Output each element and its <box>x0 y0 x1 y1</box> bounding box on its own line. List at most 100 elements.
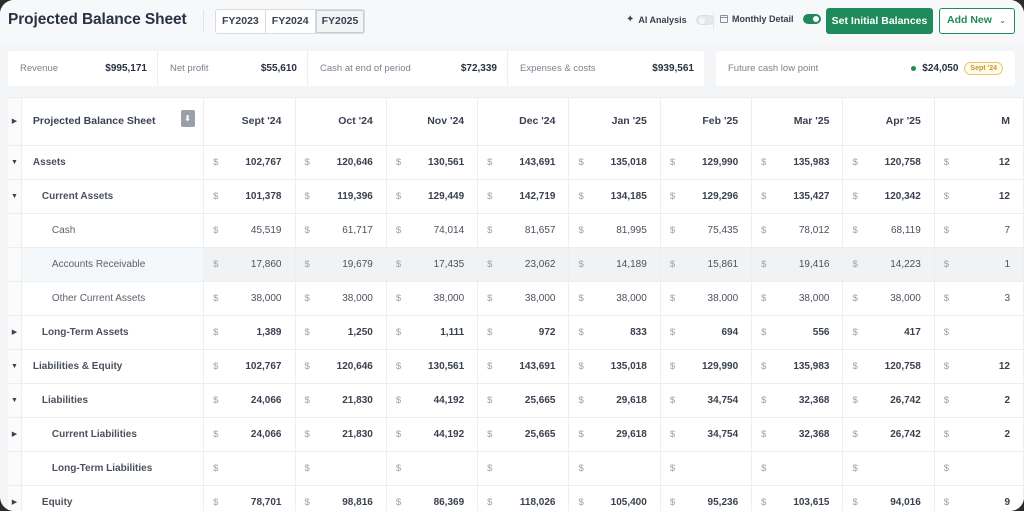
expand-all-toggle[interactable]: ▶ <box>8 98 22 146</box>
value-cell[interactable]: $120,646 <box>295 145 387 180</box>
value-cell[interactable]: $81,657 <box>477 213 570 248</box>
value-cell[interactable]: $129,296 <box>660 179 753 214</box>
value-cell[interactable]: $ <box>203 451 296 486</box>
value-cell[interactable]: $26,742 <box>842 383 935 418</box>
row-toggle[interactable]: ▼ <box>8 179 22 214</box>
value-cell[interactable]: $32,368 <box>751 383 844 418</box>
value-cell[interactable]: $105,400 <box>568 485 661 511</box>
value-cell[interactable]: $ <box>934 451 1024 486</box>
value-cell[interactable]: $38,000 <box>477 281 570 316</box>
value-cell[interactable]: $98,816 <box>295 485 387 511</box>
value-cell[interactable]: $38,000 <box>842 281 935 316</box>
value-cell[interactable]: $ <box>660 451 753 486</box>
value-cell[interactable]: $135,018 <box>568 349 661 384</box>
value-cell[interactable]: $102,767 <box>203 349 296 384</box>
value-cell[interactable]: $972 <box>477 315 570 350</box>
value-cell[interactable]: $417 <box>842 315 935 350</box>
ai-analysis-toggle[interactable]: ✦ AI Analysis <box>626 14 714 25</box>
value-cell[interactable]: $78,012 <box>751 213 844 248</box>
value-cell[interactable]: $135,983 <box>751 349 844 384</box>
value-cell[interactable]: $38,000 <box>386 281 479 316</box>
value-cell[interactable]: $12 <box>934 179 1024 214</box>
value-cell[interactable]: $21,830 <box>295 417 387 452</box>
table-row[interactable]: ▶ Long-Term Assets $1,389 $1,250 $1,111 $972 $… <box>8 315 1024 350</box>
value-cell[interactable]: $34,754 <box>660 417 753 452</box>
value-cell[interactable]: $24,066 <box>203 417 296 452</box>
value-cell[interactable]: $86,369 <box>386 485 479 511</box>
value-cell[interactable]: $34,754 <box>660 383 753 418</box>
download-document-icon[interactable] <box>181 110 196 127</box>
value-cell[interactable]: $129,449 <box>386 179 479 214</box>
set-initial-balances-button[interactable]: Set Initial Balances <box>826 8 933 34</box>
value-cell[interactable]: $556 <box>751 315 844 350</box>
value-cell[interactable]: $143,691 <box>477 349 570 384</box>
table-row[interactable]: ▼ Liabilities $24,066 $21,830 $44,192 $25,665… <box>8 383 1024 418</box>
value-cell[interactable]: $ <box>568 451 661 486</box>
value-cell[interactable]: $120,758 <box>842 145 935 180</box>
value-cell[interactable]: $26,742 <box>842 417 935 452</box>
value-cell[interactable]: $103,615 <box>751 485 844 511</box>
value-cell[interactable]: $38,000 <box>751 281 844 316</box>
value-cell[interactable]: $38,000 <box>295 281 387 316</box>
value-cell[interactable]: $129,990 <box>660 349 753 384</box>
value-cell[interactable]: $24,066 <box>203 383 296 418</box>
value-cell[interactable]: $29,618 <box>568 383 661 418</box>
value-cell[interactable]: $81,995 <box>568 213 661 248</box>
value-cell[interactable]: $135,427 <box>751 179 844 214</box>
add-new-button[interactable]: Add New ⌄ <box>939 8 1015 34</box>
value-cell[interactable]: $12 <box>934 145 1024 180</box>
value-cell[interactable]: $134,185 <box>568 179 661 214</box>
value-cell[interactable]: $9 <box>934 485 1024 511</box>
value-cell[interactable]: $75,435 <box>660 213 753 248</box>
table-row[interactable]: ▼ Assets $102,767 $120,646 $130,561 $143,691 $… <box>8 145 1024 180</box>
value-cell[interactable]: $118,026 <box>477 485 570 511</box>
value-cell[interactable]: $17,860 <box>203 247 296 282</box>
row-toggle[interactable]: ▼ <box>8 349 22 384</box>
value-cell[interactable]: $7 <box>934 213 1024 248</box>
table-row[interactable]: ▼ Liabilities & Equity $102,767 $120,646 $13… <box>8 349 1024 384</box>
value-cell[interactable]: $21,830 <box>295 383 387 418</box>
row-toggle[interactable]: ▶ <box>8 485 22 511</box>
table-row[interactable]: ▶ Current Liabilities $24,066 $21,830 $44,19… <box>8 417 1024 452</box>
value-cell[interactable]: $120,646 <box>295 349 387 384</box>
value-cell[interactable]: $25,665 <box>477 417 570 452</box>
value-cell[interactable]: $120,342 <box>842 179 935 214</box>
value-cell[interactable]: $ <box>934 315 1024 350</box>
value-cell[interactable]: $38,000 <box>568 281 661 316</box>
value-cell[interactable]: $19,416 <box>751 247 844 282</box>
value-cell[interactable]: $1,111 <box>386 315 479 350</box>
value-cell[interactable]: $14,223 <box>842 247 935 282</box>
value-cell[interactable]: $694 <box>660 315 753 350</box>
value-cell[interactable]: $25,665 <box>477 383 570 418</box>
value-cell[interactable]: $19,679 <box>295 247 387 282</box>
value-cell[interactable]: $119,396 <box>295 179 387 214</box>
row-toggle[interactable]: ▼ <box>8 383 22 418</box>
value-cell[interactable]: $32,368 <box>751 417 844 452</box>
value-cell[interactable]: $135,018 <box>568 145 661 180</box>
fiscal-year-tab[interactable]: FY2023 <box>216 10 266 33</box>
value-cell[interactable]: $23,062 <box>477 247 570 282</box>
value-cell[interactable]: $ <box>295 451 387 486</box>
row-toggle[interactable]: ▼ <box>8 145 22 180</box>
value-cell[interactable]: $ <box>477 451 570 486</box>
value-cell[interactable]: $68,119 <box>842 213 935 248</box>
value-cell[interactable]: $74,014 <box>386 213 479 248</box>
value-cell[interactable]: $95,236 <box>660 485 753 511</box>
value-cell[interactable]: $143,691 <box>477 145 570 180</box>
table-row[interactable]: Accounts Receivable $17,860 $19,679 $17,435… <box>8 247 1024 282</box>
table-row[interactable]: ▼ Current Assets $101,378 $119,396 $129,449 $… <box>8 179 1024 214</box>
value-cell[interactable]: $29,618 <box>568 417 661 452</box>
value-cell[interactable]: $2 <box>934 417 1024 452</box>
value-cell[interactable]: $38,000 <box>203 281 296 316</box>
value-cell[interactable]: $ <box>751 451 844 486</box>
ai-analysis-switch[interactable] <box>695 14 714 25</box>
table-row[interactable]: Other Current Assets $38,000 $38,000 $38,00… <box>8 281 1024 316</box>
value-cell[interactable]: $45,519 <box>203 213 296 248</box>
value-cell[interactable]: $61,717 <box>295 213 387 248</box>
table-row[interactable]: ▶ Equity $78,701 $98,816 $86,369 $118,026 $105… <box>8 485 1024 511</box>
value-cell[interactable]: $102,767 <box>203 145 296 180</box>
value-cell[interactable]: $12 <box>934 349 1024 384</box>
value-cell[interactable]: $15,861 <box>660 247 753 282</box>
value-cell[interactable]: $1,389 <box>203 315 296 350</box>
fiscal-year-tab[interactable]: FY2024 <box>266 10 316 33</box>
